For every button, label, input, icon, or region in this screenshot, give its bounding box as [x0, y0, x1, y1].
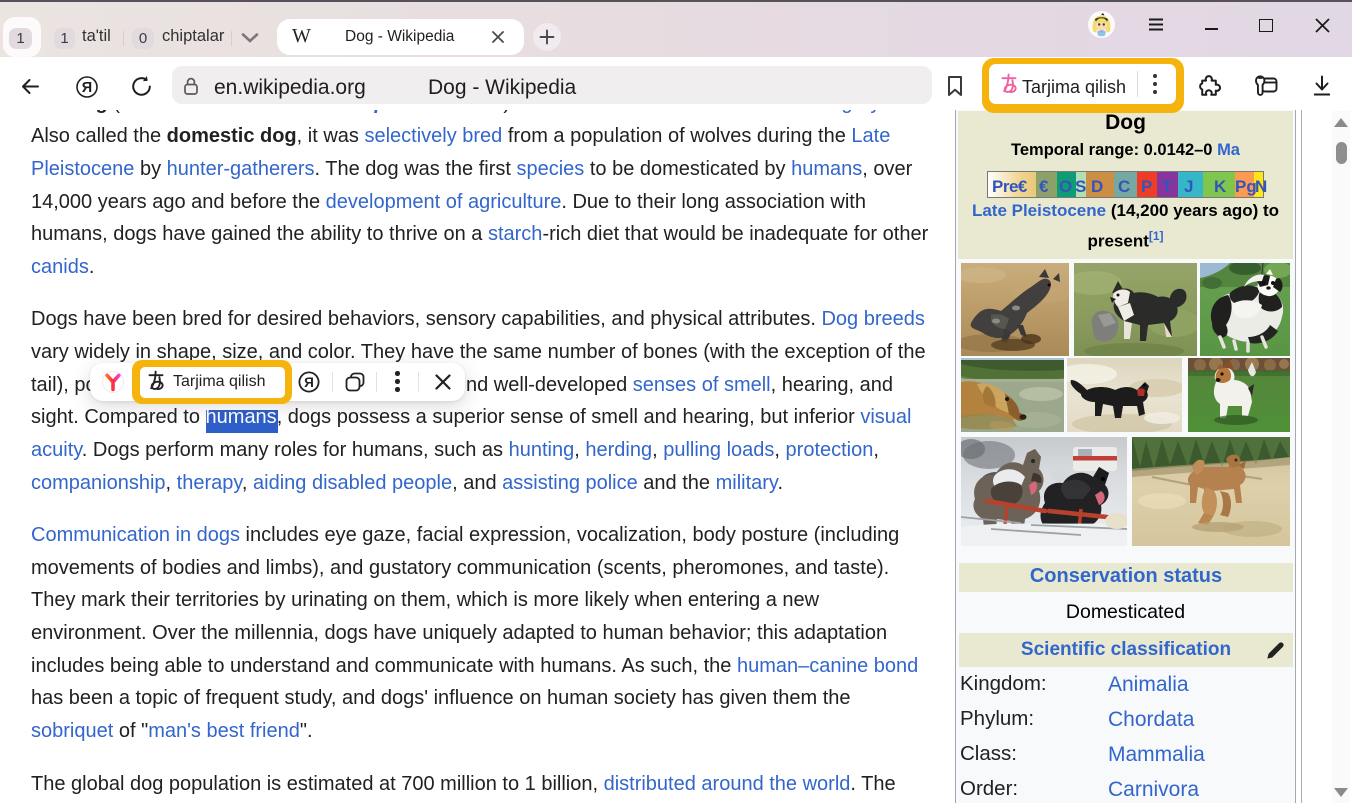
- svg-text:Я: Я: [82, 80, 92, 96]
- svg-text:Я: Я: [304, 375, 314, 390]
